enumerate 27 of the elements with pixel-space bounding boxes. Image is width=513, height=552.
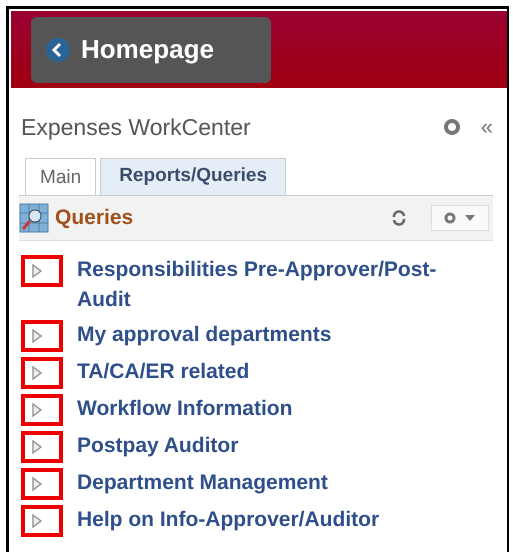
refresh-icon[interactable]: [391, 210, 407, 226]
expand-icon[interactable]: [31, 263, 43, 279]
tab[interactable]: Reports/Queries: [100, 158, 286, 195]
expand-icon[interactable]: [31, 439, 43, 455]
gear-icon: [444, 212, 456, 224]
settings-icon[interactable]: [442, 118, 461, 136]
query-link[interactable]: Responsibilities Pre-Approver/Post-Audit: [77, 255, 482, 315]
query-link[interactable]: My approval departments: [77, 320, 482, 350]
back-icon: [45, 36, 71, 62]
expand-icon[interactable]: [31, 365, 43, 381]
collapse-button[interactable]: «: [480, 114, 493, 140]
query-link[interactable]: TA/CA/ER related: [77, 357, 482, 387]
query-icon: [19, 203, 49, 233]
query-link[interactable]: Department Management: [77, 468, 482, 498]
caret-icon: [464, 214, 476, 222]
expand-icon[interactable]: [31, 476, 43, 492]
tab[interactable]: Main: [25, 158, 96, 195]
section-title: Queries: [55, 206, 134, 230]
query-link[interactable]: Workflow Information: [77, 394, 482, 424]
expand-icon[interactable]: [31, 328, 43, 344]
panel-title: Expenses WorkCenter: [21, 114, 252, 140]
homepage-button[interactable]: Homepage: [31, 16, 271, 82]
expand-icon[interactable]: [31, 513, 43, 529]
query-link[interactable]: Postpay Auditor: [77, 431, 482, 461]
settings-menu-button[interactable]: [431, 205, 489, 231]
query-link[interactable]: Help on Info-Approver/Auditor: [77, 505, 482, 535]
expand-icon[interactable]: [31, 402, 43, 418]
